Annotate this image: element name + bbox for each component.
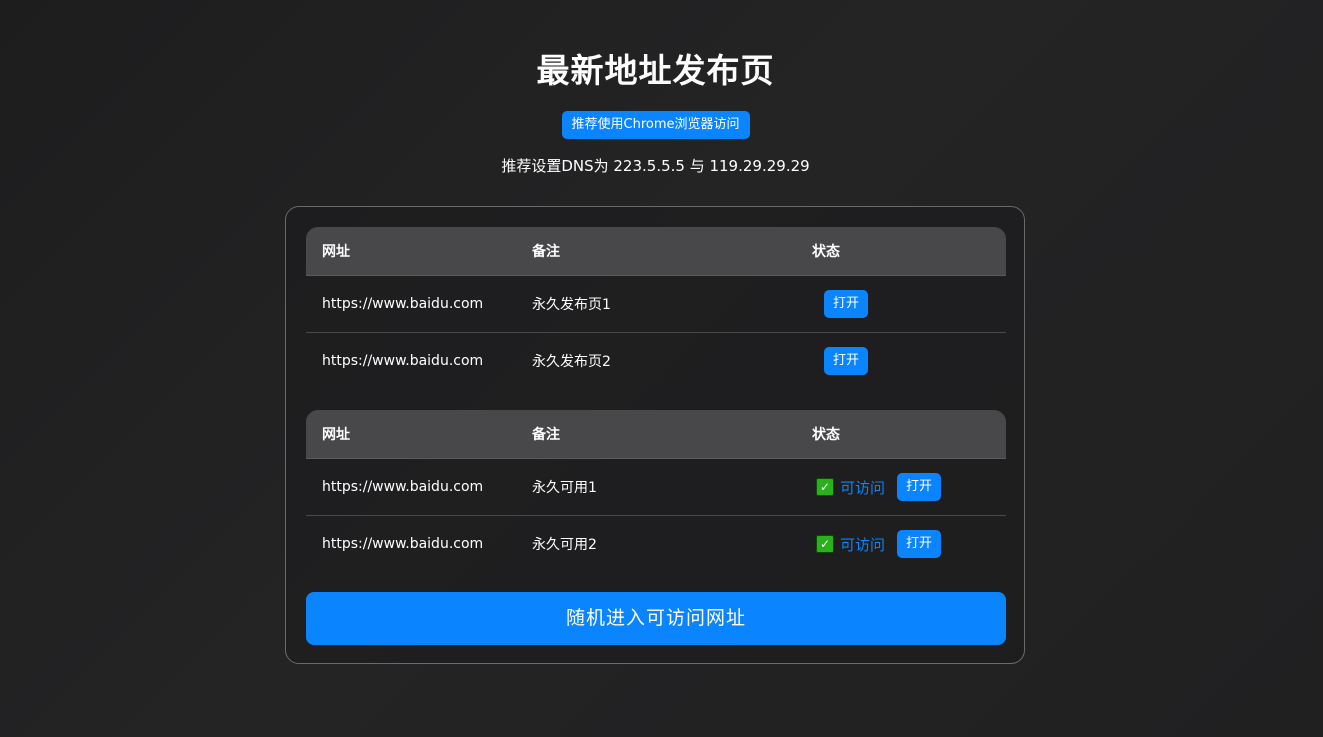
header-status: 状态: [796, 227, 1006, 276]
open-button[interactable]: 打开: [897, 473, 942, 501]
row-note: 永久发布页1: [516, 275, 796, 333]
row-url: https://www.baidu.com: [322, 536, 484, 552]
row-url: https://www.baidu.com: [306, 275, 516, 333]
dns-tip: 推荐设置DNS为 223.5.5.5 与 119.29.29.29: [501, 157, 810, 175]
row-status: ✓ 可访问 打开: [796, 458, 1006, 516]
header-url: 网址: [306, 410, 516, 459]
header-note: 备注: [516, 227, 796, 276]
random-access-button[interactable]: 随机进入可访问网址: [306, 592, 1006, 645]
table-row: https://www.baidu.com 永久发布页2 打开: [306, 333, 1006, 390]
browser-recommend-badge: 推荐使用Chrome浏览器访问: [561, 111, 750, 139]
address-panel: 网址 备注 状态 https://www.baidu.com 永久发布页1 打开…: [285, 206, 1025, 664]
table-row: https://www.baidu.com 永久可用2 ✓ 可访问 打开: [306, 516, 1006, 573]
open-button[interactable]: 打开: [824, 290, 869, 318]
header-note: 备注: [516, 410, 796, 459]
header-status: 状态: [796, 410, 1006, 459]
publish-page-table: 网址 备注 状态 https://www.baidu.com 永久发布页1 打开…: [306, 227, 1006, 389]
table-header-row: 网址 备注 状态: [306, 227, 1006, 276]
row-note: 永久可用2: [532, 537, 597, 553]
open-button[interactable]: 打开: [824, 347, 869, 375]
badge-wrap: 推荐使用Chrome浏览器访问: [0, 111, 1311, 139]
page-title: 最新地址发布页: [536, 51, 775, 90]
header-url: 网址: [306, 227, 516, 276]
row-url: https://www.baidu.com: [322, 353, 484, 369]
available-url-table: 网址 备注 状态 https://www.baidu.com 永久可用1 ✓ 可访…: [306, 410, 1006, 572]
row-status: 打开: [796, 333, 1006, 390]
check-box-icon: ✓: [816, 478, 834, 496]
check-box-icon: ✓: [816, 535, 834, 553]
row-note: 永久可用1: [516, 458, 796, 516]
row-url: https://www.baidu.com: [306, 458, 516, 516]
table-row: https://www.baidu.com 永久可用1 ✓ 可访问 打开: [306, 458, 1006, 516]
table-header-row: 网址 备注 状态: [306, 410, 1006, 459]
row-note: 永久发布页2: [532, 354, 611, 370]
row-status: ✓ 可访问 打开: [796, 516, 1006, 573]
row-status: 打开: [796, 275, 1006, 333]
table-row: https://www.baidu.com 永久发布页1 打开: [306, 275, 1006, 333]
accessible-label: 可访问: [840, 535, 886, 554]
open-button[interactable]: 打开: [897, 530, 942, 558]
accessible-label: 可访问: [840, 478, 886, 497]
